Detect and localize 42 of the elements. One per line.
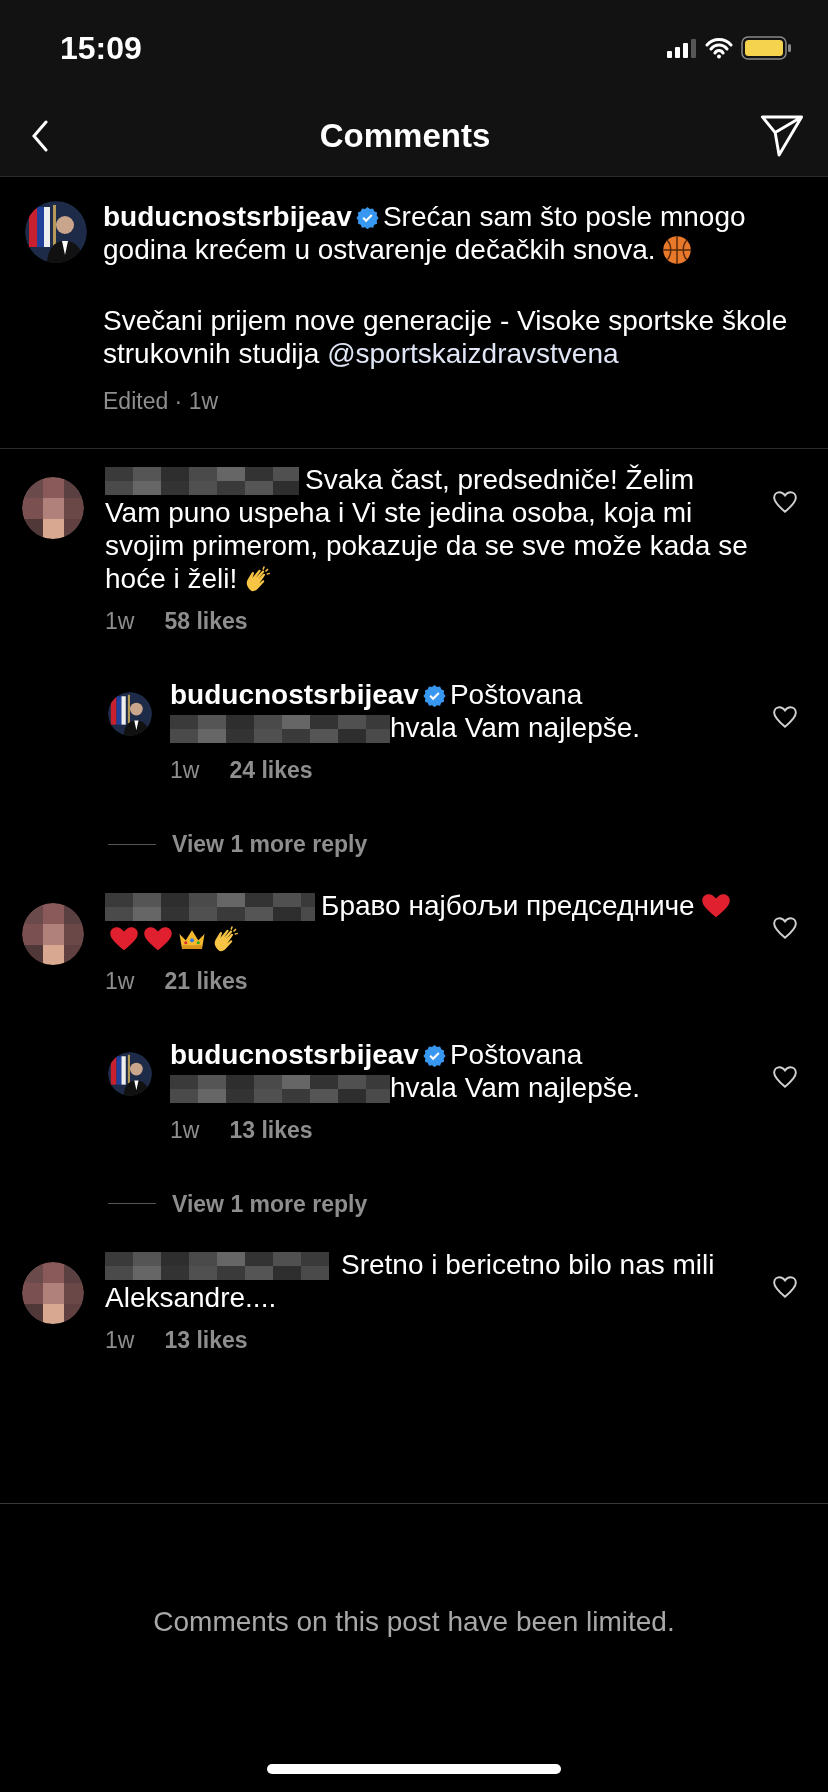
comment-time: 1w [105,966,135,996]
page-title: Comments [319,116,491,157]
like-button[interactable] [772,914,798,941]
mention-link[interactable]: @sportskaizdravstvena [327,338,619,369]
like-button[interactable] [772,489,798,515]
basketball-icon [661,235,692,265]
caption-text: Svečani prijem nove generacije - Visoke sportske škole strukovnih studija @sportskaizdravstvena [103,304,789,370]
battery-icon [741,36,792,60]
comment-time: 1w [105,607,135,636]
comment-time: 1w [170,756,200,785]
view-replies-link[interactable]: View 1 more reply [172,1186,368,1221]
comment-text: Sretno i bericetno bilo nas mili Aleksandre.... [105,1248,716,1314]
comment-text: hvala Vam najlepše. [390,1071,641,1103]
likes-count[interactable]: 58 likes [164,605,248,638]
like-button[interactable] [772,1063,798,1090]
comments-limited-notice: Comments on this post have been limited. [152,1605,676,1639]
wifi-icon [705,37,733,59]
comment-time: 1w [170,1115,200,1145]
comment-text: Poštovana [449,679,583,710]
share-button[interactable] [760,114,804,158]
username[interactable]: buducnostsrbijeav [170,679,419,710]
like-button[interactable] [772,704,798,730]
status-time: 15:09 [60,29,142,68]
view-replies-link[interactable]: View 1 more reply [172,827,368,862]
post-meta: Edited · 1w [103,387,220,416]
comment-text: Poštovana [449,1038,583,1070]
username[interactable]: buducnostsrbijeav [103,201,352,232]
likes-count[interactable]: 13 likes [164,1324,248,1357]
caption-text: buducnostsrbijeav Srećan sam što posle mnogo godina krećem u ostvarenje dečačkih snova. [103,200,747,266]
likes-count[interactable]: 24 likes [229,754,313,787]
likes-count[interactable]: 13 likes [229,1113,313,1147]
comment-text: Браво најбољи председниче [105,888,752,955]
like-button[interactable] [772,1274,798,1300]
comment-text: Svaka čast, predsedniče! Želim Vam puno uspeha i Vi ste jedina osoba, koja mi svojim primerom, pokazuje da se sve može kada se hoće i želi! [105,463,749,595]
paper-plane-icon [760,114,804,158]
comment-time: 1w [105,1326,135,1355]
comment-text: hvala Vam najlepše. [390,712,641,743]
username[interactable]: buducnostsrbijeav [170,1038,419,1070]
signal-icon [667,38,697,58]
likes-count[interactable]: 21 likes [164,964,248,998]
back-button[interactable] [30,120,50,152]
back-icon [30,120,50,152]
